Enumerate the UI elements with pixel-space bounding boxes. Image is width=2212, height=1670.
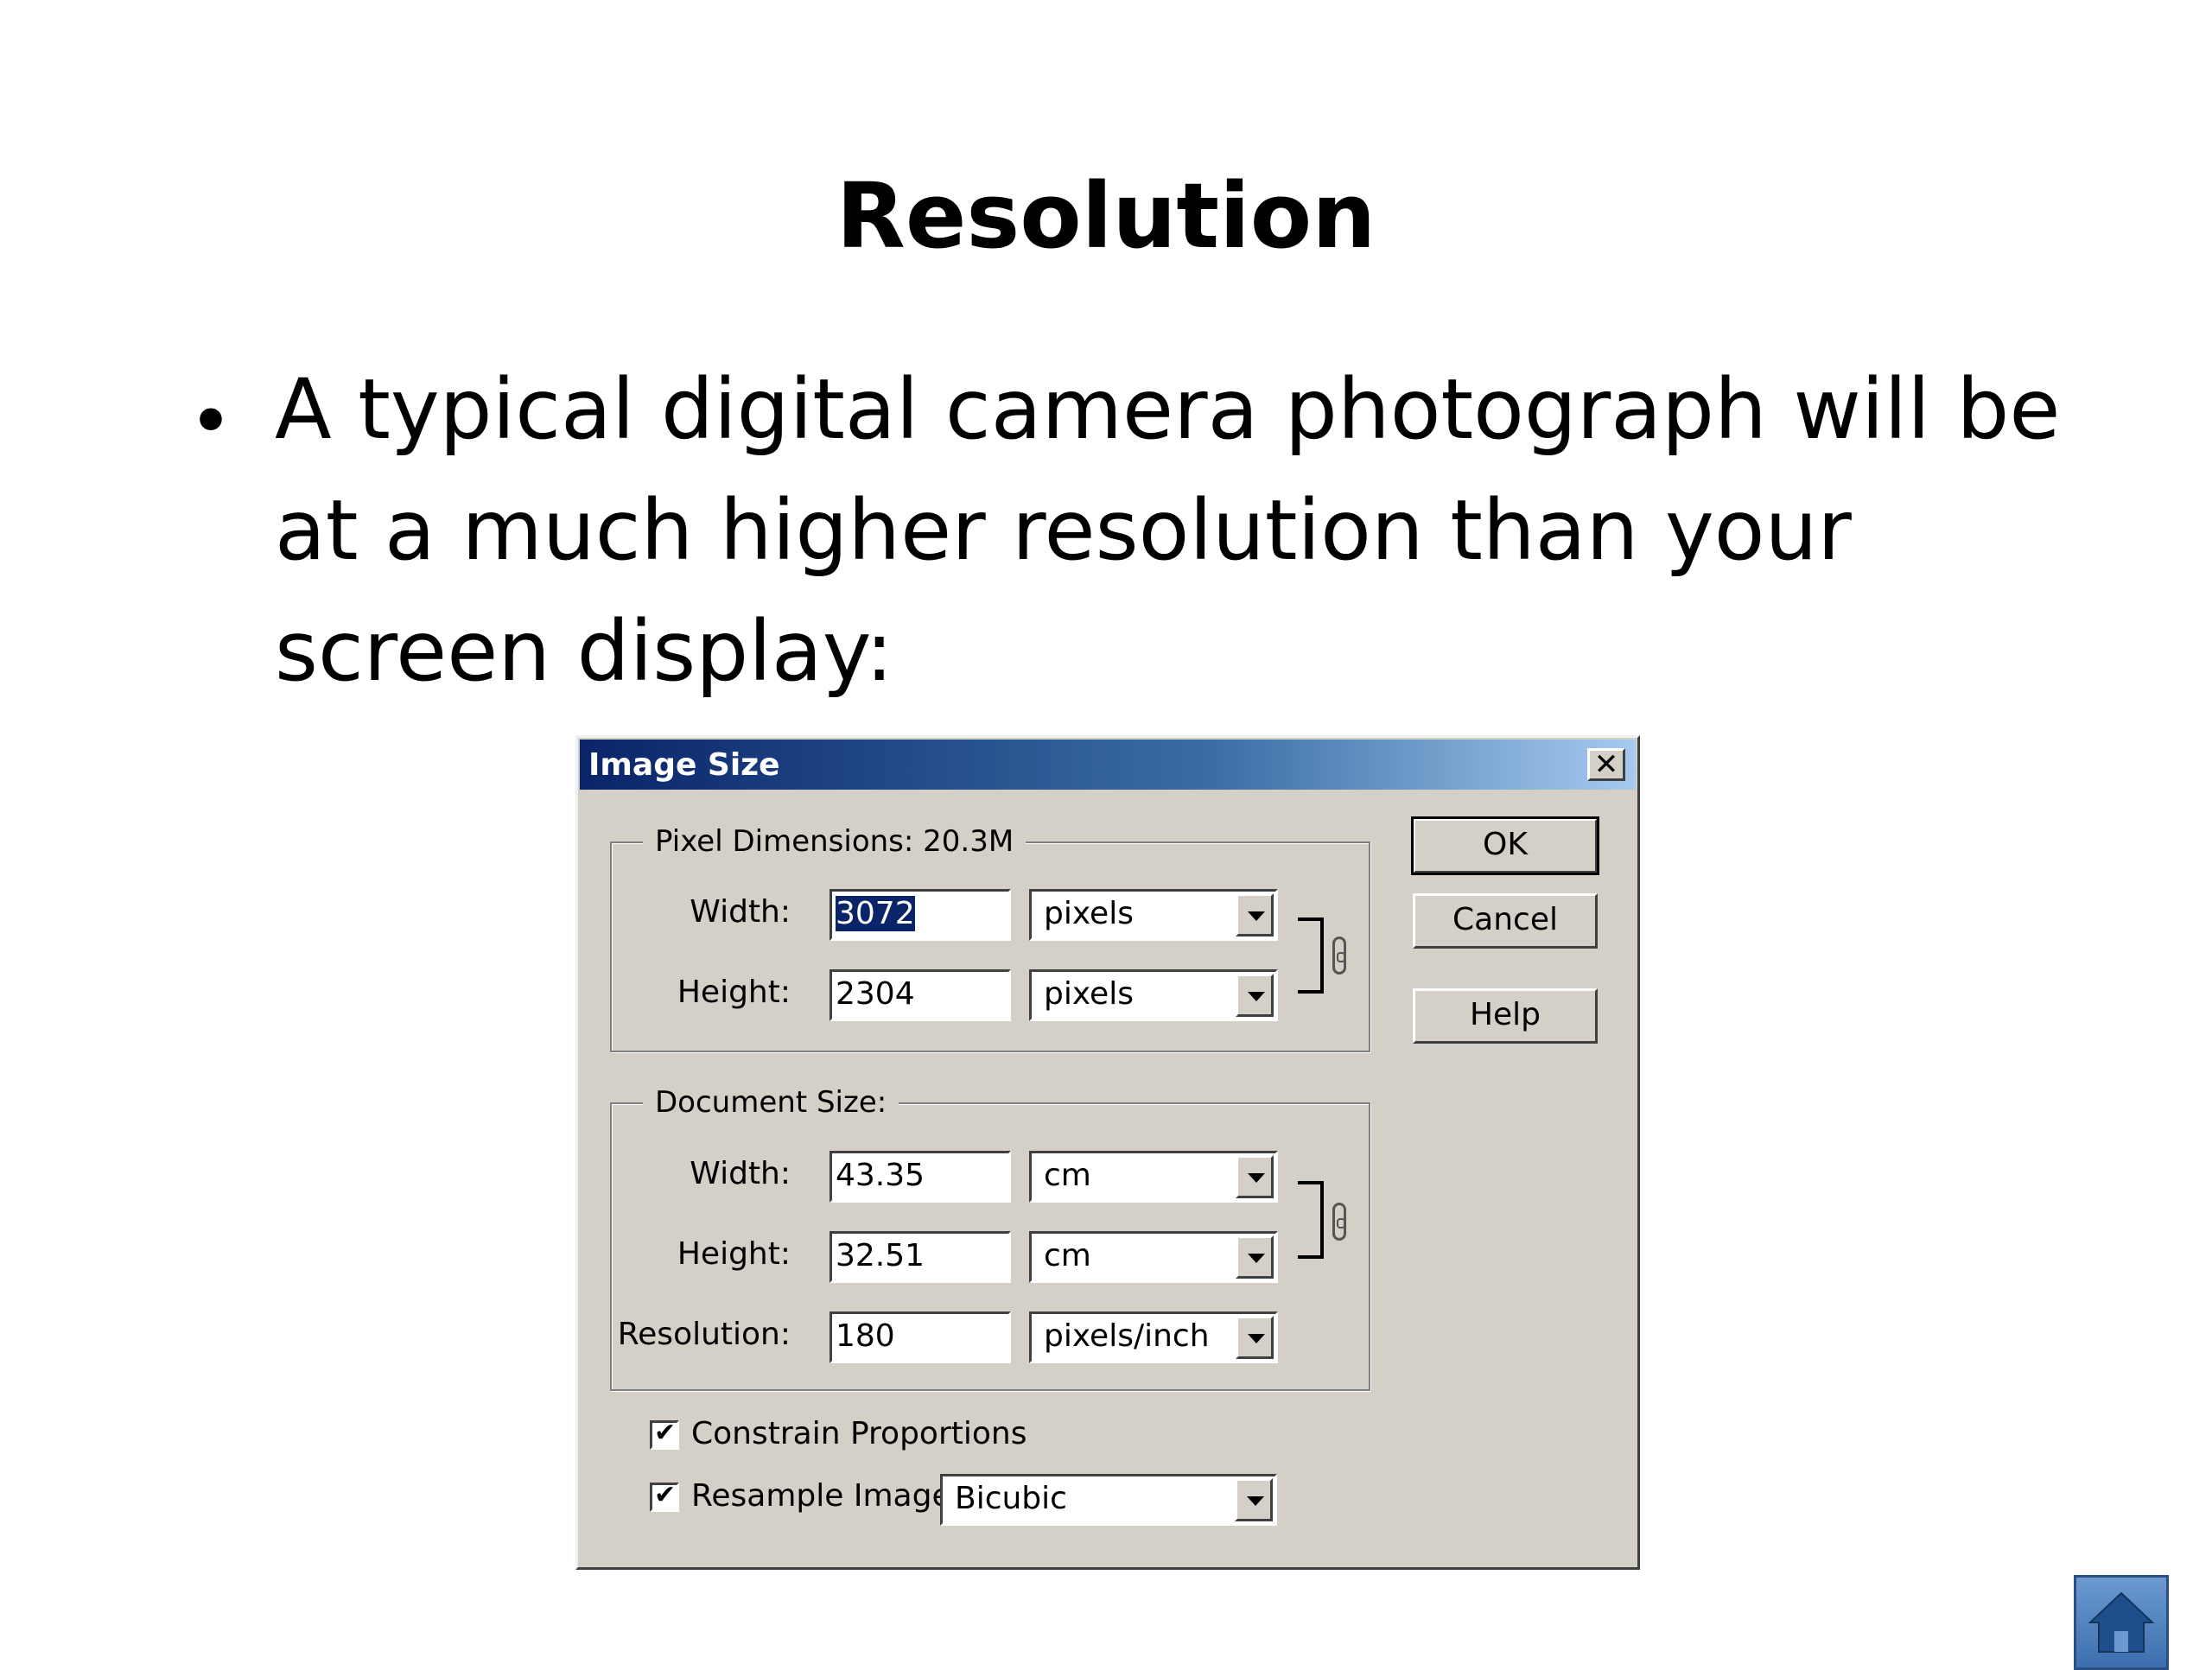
home-icon: [2088, 1591, 2155, 1653]
ok-button[interactable]: OK: [1411, 816, 1599, 875]
slide-title: Resolution: [836, 163, 1376, 269]
bullet-marker: •: [188, 377, 233, 466]
resample-method-value: Bicubic: [955, 1481, 1067, 1516]
pixel-link-bracket: [1298, 918, 1324, 994]
chevron-down-icon[interactable]: [1236, 893, 1274, 937]
home-button[interactable]: [2074, 1575, 2169, 1670]
resolution-label: Resolution:: [617, 1317, 791, 1352]
pixel-width-unit-select[interactable]: pixels: [1029, 889, 1278, 941]
pixel-width-label: Width:: [690, 894, 791, 930]
pixel-height-unit-value: pixels: [1044, 976, 1134, 1012]
chevron-down-icon[interactable]: [1235, 1478, 1273, 1521]
dialog-title: Image Size: [588, 747, 780, 783]
doc-width-field[interactable]: 43.35: [830, 1151, 1011, 1203]
document-link-bracket: [1298, 1181, 1324, 1259]
resolution-unit-select[interactable]: pixels/inch: [1029, 1311, 1278, 1363]
resample-image-label: Resample Image:: [691, 1478, 962, 1514]
pixel-height-field[interactable]: 2304: [830, 969, 1011, 1021]
doc-height-value: 32.51: [836, 1238, 925, 1273]
chain-link-icon: [1332, 1203, 1346, 1241]
document-size-legend: Document Size:: [643, 1085, 899, 1120]
pixel-width-unit-value: pixels: [1044, 896, 1134, 931]
chevron-down-icon[interactable]: [1236, 974, 1274, 1017]
doc-width-value: 43.35: [836, 1158, 925, 1193]
chevron-down-icon[interactable]: [1236, 1155, 1274, 1198]
constrain-proportions-label: Constrain Proportions: [691, 1416, 1027, 1451]
pixel-width-field[interactable]: 3072: [830, 889, 1011, 941]
resolution-unit-value: pixels/inch: [1044, 1318, 1210, 1354]
image-size-dialog: Image Size ✕ Pixel Dimensions: 20.3M Wid…: [575, 735, 1640, 1570]
close-icon: ✕: [1593, 747, 1619, 782]
doc-height-label: Height:: [677, 1236, 791, 1272]
doc-width-label: Width:: [690, 1156, 791, 1191]
constrain-proportions-checkbox[interactable]: [650, 1418, 679, 1450]
resample-method-select[interactable]: Bicubic: [940, 1474, 1277, 1526]
doc-height-unit-select[interactable]: cm: [1029, 1231, 1278, 1283]
pixel-height-unit-select[interactable]: pixels: [1029, 969, 1278, 1021]
pixel-height-label: Height:: [677, 975, 791, 1010]
cancel-button[interactable]: Cancel: [1413, 893, 1598, 949]
close-button[interactable]: ✕: [1587, 748, 1625, 781]
doc-width-unit-select[interactable]: cm: [1029, 1151, 1278, 1203]
resample-image-checkbox[interactable]: [650, 1480, 679, 1512]
resolution-field[interactable]: 180: [830, 1311, 1011, 1363]
pixel-height-value: 2304: [836, 976, 915, 1012]
doc-height-unit-value: cm: [1044, 1238, 1091, 1273]
dialog-titlebar[interactable]: Image Size ✕: [580, 740, 1636, 790]
doc-width-unit-value: cm: [1044, 1158, 1091, 1193]
pixel-dimensions-legend: Pixel Dimensions: 20.3M: [643, 824, 1027, 859]
help-button[interactable]: Help: [1413, 988, 1598, 1044]
resolution-value: 180: [836, 1318, 895, 1354]
bullet-text: A typical digital camera photograph will…: [275, 361, 2061, 700]
chain-link-icon: [1332, 937, 1346, 975]
pixel-width-value: 3072: [836, 896, 915, 931]
chevron-down-icon[interactable]: [1236, 1235, 1274, 1279]
doc-height-field[interactable]: 32.51: [830, 1231, 1011, 1283]
chevron-down-icon[interactable]: [1236, 1316, 1274, 1359]
